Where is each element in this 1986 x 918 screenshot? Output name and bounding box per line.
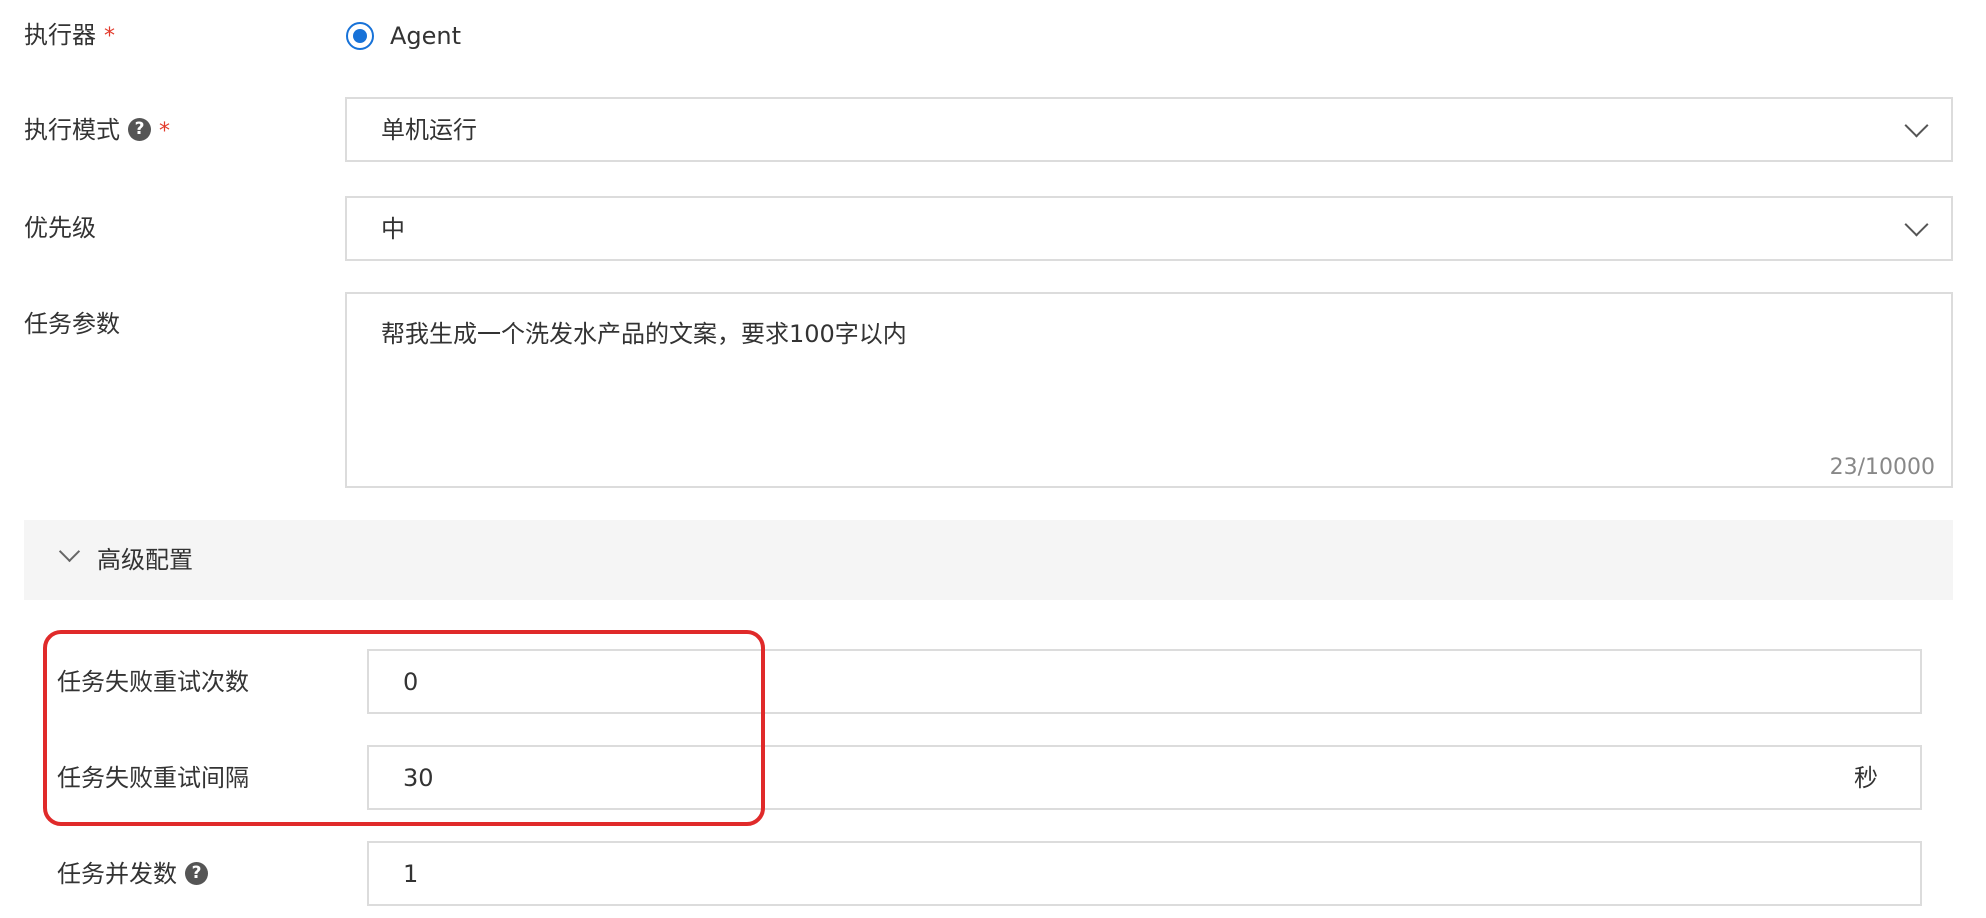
agent-radio[interactable] [346,22,374,50]
help-icon[interactable]: ? [185,861,208,885]
params-textarea[interactable]: 帮我生成一个洗发水产品的文案，要求100字以内 23/10000 [345,292,1953,488]
agent-radio-label[interactable]: Agent [390,19,461,53]
mode-select-value: 单机运行 [381,116,477,144]
concurrency-input[interactable]: 1 [367,841,1922,906]
required-mark: * [104,24,115,49]
radio-selected-dot [352,28,367,43]
advanced-config-header[interactable]: 高级配置 [24,520,1953,600]
priority-select-value: 中 [381,215,405,243]
highlight-annotation [43,630,765,826]
executor-label-text: 执行器 [24,21,96,49]
retry-interval-unit: 秒 [1854,764,1878,792]
priority-select[interactable]: 中 [345,196,1953,261]
priority-label: 优先级 [24,214,96,242]
mode-select[interactable]: 单机运行 [345,97,1953,162]
chevron-down-icon [1904,212,1929,237]
concurrency-label: 任务并发数? [57,857,208,891]
help-icon[interactable]: ? [128,117,151,141]
chevron-down-icon [58,540,81,563]
chevron-down-icon [1904,113,1929,138]
mode-label-text: 执行模式 [24,116,120,144]
concurrency-value: 1 [403,860,419,888]
char-counter: 23/10000 [1829,455,1935,480]
executor-label: 执行器 * [24,18,115,54]
advanced-config-title: 高级配置 [97,546,193,574]
params-label: 任务参数 [24,310,120,338]
params-textarea-value: 帮我生成一个洗发水产品的文案，要求100字以内 [381,320,907,348]
concurrency-label-text: 任务并发数 [57,860,177,888]
required-mark: * [159,119,170,144]
mode-label: 执行模式? * [24,113,170,149]
